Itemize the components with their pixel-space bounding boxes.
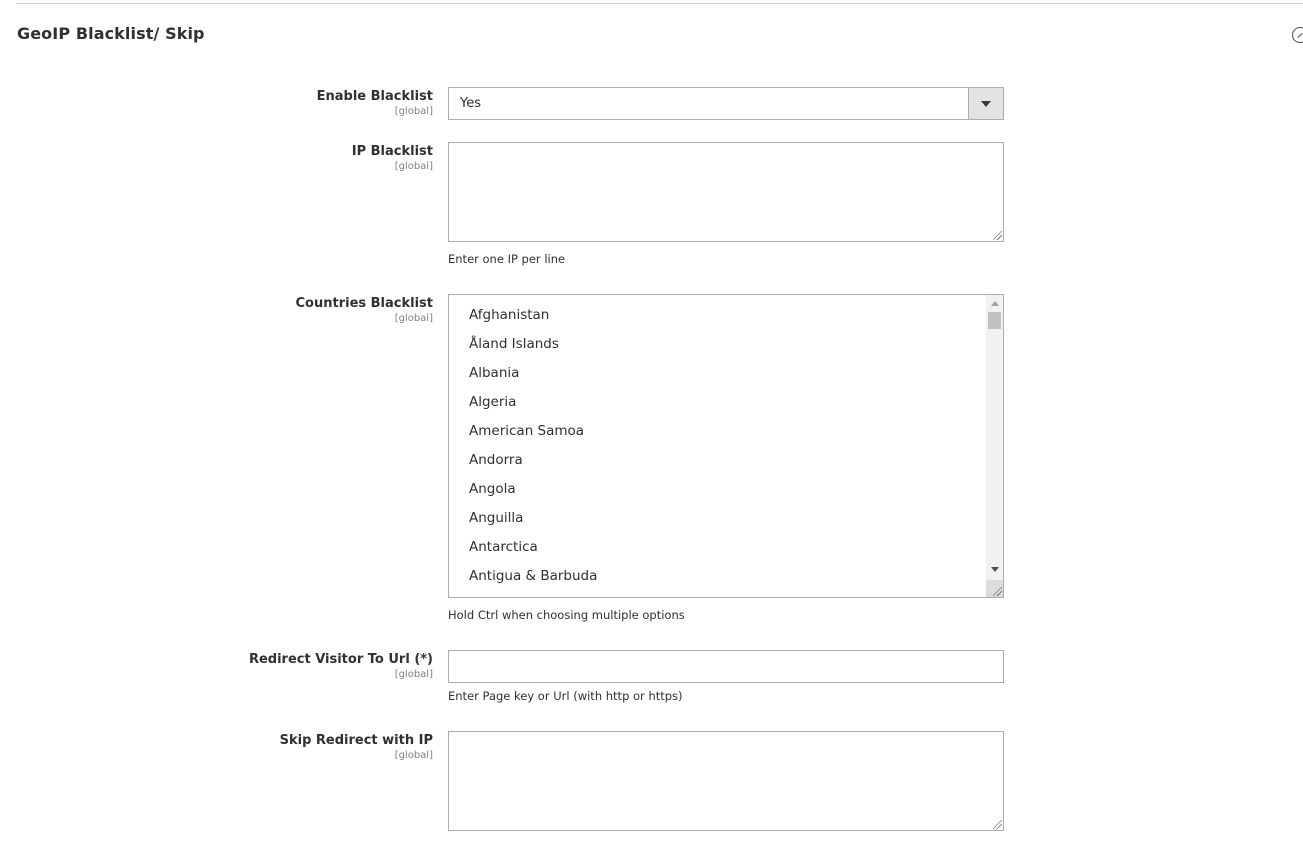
redirect-url-note: Enter Page key or Url (with http or http… — [448, 689, 683, 703]
ip-blacklist-textarea[interactable] — [448, 142, 1004, 242]
scroll-down-arrow-icon[interactable] — [991, 567, 999, 572]
country-option[interactable]: Åland Islands — [469, 334, 597, 363]
country-option[interactable]: Albania — [469, 363, 597, 392]
country-option[interactable]: Andorra — [469, 450, 597, 479]
scroll-up-arrow-icon[interactable] — [991, 301, 999, 306]
enable-blacklist-select[interactable]: Yes — [448, 87, 1004, 120]
field-label-ip-blacklist: IP Blacklist [global] — [352, 144, 433, 173]
country-option[interactable]: Anguilla — [469, 508, 597, 537]
countries-blacklist-note: Hold Ctrl when choosing multiple options — [448, 608, 685, 622]
country-option[interactable]: Antarctica — [469, 537, 597, 566]
dropdown-button[interactable] — [968, 88, 1003, 119]
label-text: Countries Blacklist — [295, 296, 434, 311]
country-option[interactable]: Algeria — [469, 392, 597, 421]
field-label-skip-redirect-ip: Skip Redirect with IP [global] — [280, 733, 433, 762]
resize-handle-icon[interactable] — [993, 587, 1002, 596]
country-option[interactable]: American Samoa — [469, 421, 597, 450]
scrollbar-thumb[interactable] — [988, 312, 1001, 329]
field-row-enable-blacklist: Enable Blacklist [global] Yes — [0, 87, 1303, 121]
country-option[interactable]: Antigua & Barbuda — [469, 566, 597, 595]
field-label-enable-blacklist: Enable Blacklist [global] — [317, 89, 433, 118]
resize-handle-icon[interactable] — [993, 820, 1002, 829]
label-text: IP Blacklist — [351, 144, 433, 159]
resize-handle-icon[interactable] — [993, 231, 1002, 240]
field-row-countries-blacklist: Countries Blacklist [global] Afghanistan… — [0, 294, 1303, 599]
scope-text: [global] — [394, 106, 433, 117]
country-option[interactable]: Angola — [469, 479, 597, 508]
country-option[interactable]: Afghanistan — [469, 305, 597, 334]
scope-text: [global] — [394, 750, 433, 761]
field-label-redirect-url: Redirect Visitor To Url (*) [global] — [249, 652, 433, 681]
ip-blacklist-note: Enter one IP per line — [448, 252, 566, 266]
field-row-ip-blacklist: IP Blacklist [global] — [0, 142, 1303, 243]
chevron-down-icon — [981, 101, 991, 107]
scope-text: [global] — [394, 313, 433, 324]
select-value: Yes — [460, 96, 481, 111]
section-title[interactable]: GeoIP Blacklist/ Skip — [17, 24, 205, 43]
field-label-countries-blacklist: Countries Blacklist [global] — [296, 296, 434, 325]
resize-corner[interactable] — [986, 580, 1003, 597]
label-text: Skip Redirect with IP — [279, 733, 433, 748]
label-text: Redirect Visitor To Url (*) — [248, 652, 433, 667]
field-row-skip-redirect-ip: Skip Redirect with IP [global] — [0, 731, 1303, 832]
label-text: Enable Blacklist — [316, 89, 433, 104]
redirect-url-input[interactable] — [448, 650, 1004, 683]
skip-redirect-ip-textarea[interactable] — [448, 731, 1004, 831]
vertical-scrollbar[interactable] — [986, 295, 1003, 597]
section-divider — [16, 3, 1303, 4]
scope-text: [global] — [394, 669, 433, 680]
countries-blacklist-multiselect[interactable]: Afghanistan Åland Islands Albania Algeri… — [448, 294, 1004, 598]
collapse-circle-icon[interactable] — [1292, 27, 1303, 43]
scope-text: [global] — [394, 161, 433, 172]
options-list: Afghanistan Åland Islands Albania Algeri… — [469, 305, 597, 595]
